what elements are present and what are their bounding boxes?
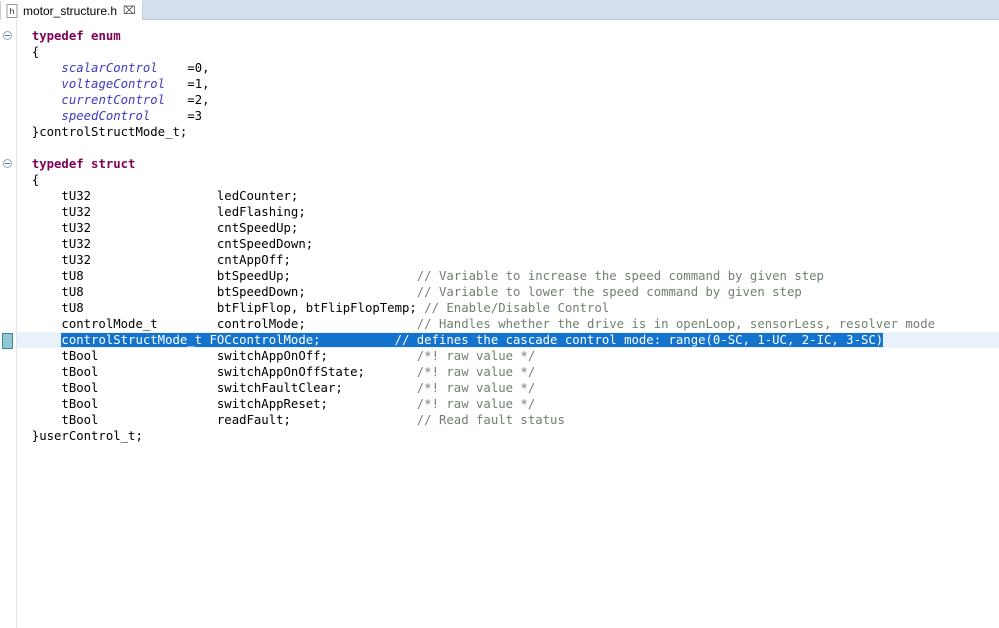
tab-motor-structure-h[interactable]: h motor_structure.h ⌧ [0,0,143,20]
code-line[interactable]: tBool readFault; // Read fault status [17,412,999,428]
code-text [17,61,61,75]
code-text: tU32 ledCounter; [17,189,298,203]
tab-bar-empty-area [143,0,999,19]
code-comment: /*! raw value */ [417,349,535,363]
fold-collapse-icon[interactable] [3,31,12,40]
code-text: =1, [165,77,209,91]
code-text: tBool switchAppReset; [17,397,417,411]
selected-text[interactable]: controlStructMode_t FOCcontrolMode; // d… [61,333,883,347]
svg-text:h: h [9,7,14,16]
code-line[interactable]: tBool switchFaultClear; /*! raw value */ [17,380,999,396]
code-line[interactable]: }controlStructMode_t; [17,124,999,140]
code-text: tU8 btFlipFlop, btFlipFlopTemp; [17,301,417,315]
code-text: tBool switchFaultClear; [17,381,417,395]
code-text: tU32 ledFlashing; [17,205,306,219]
occurrence-marker-icon[interactable] [2,333,13,349]
code-text: }controlStructMode_t; [17,125,187,139]
code-text: tBool switchAppOnOffState; [17,365,417,379]
code-indent [17,333,61,347]
code-text: tU32 cntSpeedDown; [17,237,313,251]
code-comment: // Read fault status [417,413,565,427]
code-line[interactable]: { [17,44,999,60]
code-line[interactable] [17,140,999,156]
code-line[interactable]: tU32 ledFlashing; [17,204,999,220]
code-line[interactable]: { [17,172,999,188]
close-icon[interactable]: ⌧ [123,2,136,20]
code-line[interactable]: speedControl =3 [17,108,999,124]
header-file-icon: h [6,4,19,18]
code-line[interactable]: tU32 cntSpeedDown; [17,236,999,252]
code-text: }userControl_t; [17,429,143,443]
code-line[interactable]: tBool switchAppReset; /*! raw value */ [17,396,999,412]
code-text [17,109,61,123]
tab-label: motor_structure.h [23,2,117,20]
code-text: { [17,173,39,187]
code-text: tU32 cntSpeedUp; [17,221,298,235]
code-enum-value: scalarControl [61,61,157,75]
code-line[interactable]: tBool switchAppOnOff; /*! raw value */ [17,348,999,364]
code-text: tU32 cntAppOff; [17,253,291,267]
code-line[interactable]: controlMode_t controlMode; // Handles wh… [17,316,999,332]
code-line[interactable]: typedef enum [17,28,999,44]
code-comment: /*! raw value */ [417,397,535,411]
code-line[interactable]: tU32 ledCounter; [17,188,999,204]
code-line[interactable]: tU32 cntAppOff; [17,252,999,268]
code-comment: /*! raw value */ [417,365,535,379]
code-line[interactable]: scalarControl =0, [17,60,999,76]
code-text: { [17,45,39,59]
code-text: =3 [150,109,202,123]
code-text: =0, [158,61,210,75]
editor-tab-bar: h motor_structure.h ⌧ [0,0,999,20]
code-text [17,93,61,107]
code-text [17,29,32,43]
code-enum-value: currentControl [61,93,165,107]
code-text: tU8 btSpeedUp; [17,269,417,283]
code-editor[interactable]: typedef enum { scalarControl =0, voltage… [0,20,999,628]
code-line[interactable]: tU32 cntSpeedUp; [17,220,999,236]
code-text: tBool switchAppOnOff; [17,349,417,363]
code-enum-value: voltageControl [61,77,165,91]
code-line[interactable]: typedef struct [17,156,999,172]
code-comment: /*! raw value */ [417,381,535,395]
code-line[interactable]: voltageControl =1, [17,76,999,92]
code-enum-value: speedControl [61,109,150,123]
code-text [17,157,32,171]
code-line[interactable]: }userControl_t; [17,428,999,444]
code-comment: // Enable/Disable Control [424,301,609,315]
code-text: =2, [165,93,209,107]
code-comment: // Variable to increase the speed comman… [417,269,824,283]
code-comment: // Variable to lower the speed command b… [417,285,802,299]
code-line[interactable]: controlStructMode_t FOCcontrolMode; // d… [17,332,999,348]
code-keyword: typedef struct [32,157,136,171]
code-line[interactable]: tU8 btSpeedUp; // Variable to increase t… [17,268,999,284]
fold-collapse-icon[interactable] [3,159,12,168]
code-line[interactable]: tU8 btFlipFlop, btFlipFlopTemp; // Enabl… [17,300,999,316]
code-line[interactable]: tBool switchAppOnOffState; /*! raw value… [17,364,999,380]
code-text: tU8 btSpeedDown; [17,285,417,299]
code-text [17,77,61,91]
code-line[interactable]: currentControl =2, [17,92,999,108]
editor-gutter[interactable] [0,20,17,628]
code-text: tBool readFault; [17,413,417,427]
code-text-area[interactable]: typedef enum { scalarControl =0, voltage… [17,20,999,628]
code-text: controlMode_t controlMode; [17,317,417,331]
code-line[interactable]: tU8 btSpeedDown; // Variable to lower th… [17,284,999,300]
code-comment: // Handles whether the drive is in openL… [417,317,935,331]
code-keyword: typedef enum [32,29,121,43]
